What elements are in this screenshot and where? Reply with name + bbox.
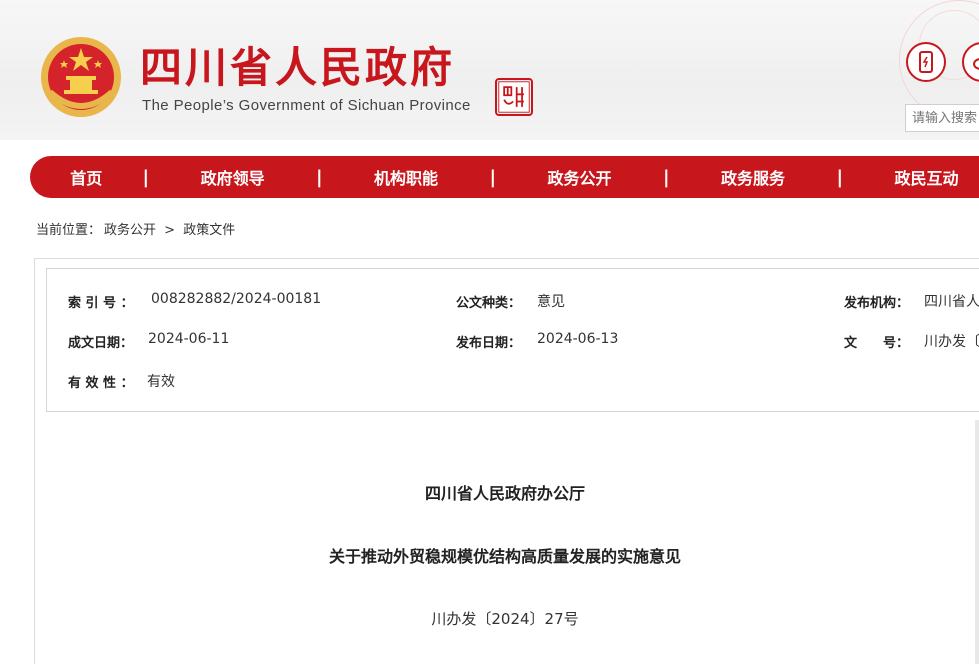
document-type-value: 意见 [537,294,565,310]
nav-item-interaction[interactable]: 政民互动 [843,165,979,189]
nav-item-leaders[interactable]: 政府领导 [149,165,316,189]
breadcrumb-item-gov-affairs-open[interactable]: 政务公开 [104,223,156,238]
weibo-icon [973,58,979,70]
document-metadata-box: 索 引 号 ： 008282882/2024-00181 公文种类： 意见 发布… [46,268,979,412]
document-type-label: 公文种类： [456,296,522,311]
nav-item-functions[interactable]: 机构职能 [323,165,490,189]
published-date-value: 2024-06-13 [537,331,619,347]
breadcrumb-separator: > [164,223,176,238]
nav-separator: | [663,166,670,188]
breadcrumb-prefix: 当前位置： [36,223,102,238]
breadcrumb-item-policy-documents[interactable]: 政策文件 [183,223,235,238]
published-date-label: 发布日期： [456,336,522,351]
site-title: 四川省人民政府 [140,43,456,92]
publisher-label: 发布机构： [844,296,910,311]
nav-separator: | [836,166,844,188]
mobile-phone-icon [919,51,933,73]
document-title: 关于推动外贸稳规模优结构高质量发展的实施意见 [328,547,681,566]
site-title-english: The People’s Government of Sichuan Provi… [142,97,471,114]
document-number: 川办发〔2024〕27号 [431,610,579,628]
validity-value: 有效 [147,374,175,390]
main-nav: 首页 | 政府领导 | 机构职能 | 政务公开 | 政务服务 | 政民互动 [30,156,979,198]
nav-separator: | [316,166,323,188]
scrollbar[interactable] [975,420,979,664]
index-number-value: 008282882/2024-00181 [151,291,322,307]
seal-logo [495,78,533,116]
publisher-value: 四川省人 [924,294,979,310]
nav-item-gov-services[interactable]: 政务服务 [670,165,837,189]
nav-separator: | [489,166,497,188]
document-issuer: 四川省人民政府办公厅 [424,484,585,503]
search-input[interactable] [905,104,979,132]
document-number-value: 川办发〔 [924,334,979,350]
nav-item-home[interactable]: 首页 [30,165,143,189]
site-header: 四川省人民政府 The People’s Government of Sichu… [0,0,979,140]
national-emblem-icon [41,37,121,117]
nav-item-gov-affairs-open[interactable]: 政务公开 [496,165,663,189]
created-date-label: 成文日期： [68,336,134,351]
validity-label: 有 效 性 ： [68,376,134,391]
document-number-label: 文 号： [844,336,910,351]
created-date-value: 2024-06-11 [148,331,230,347]
index-number-label: 索 引 号 ： [68,296,134,311]
mobile-version-button[interactable] [906,42,946,82]
nav-separator: | [142,166,150,188]
breadcrumb: 当前位置： 政务公开 > 政策文件 [36,219,235,238]
